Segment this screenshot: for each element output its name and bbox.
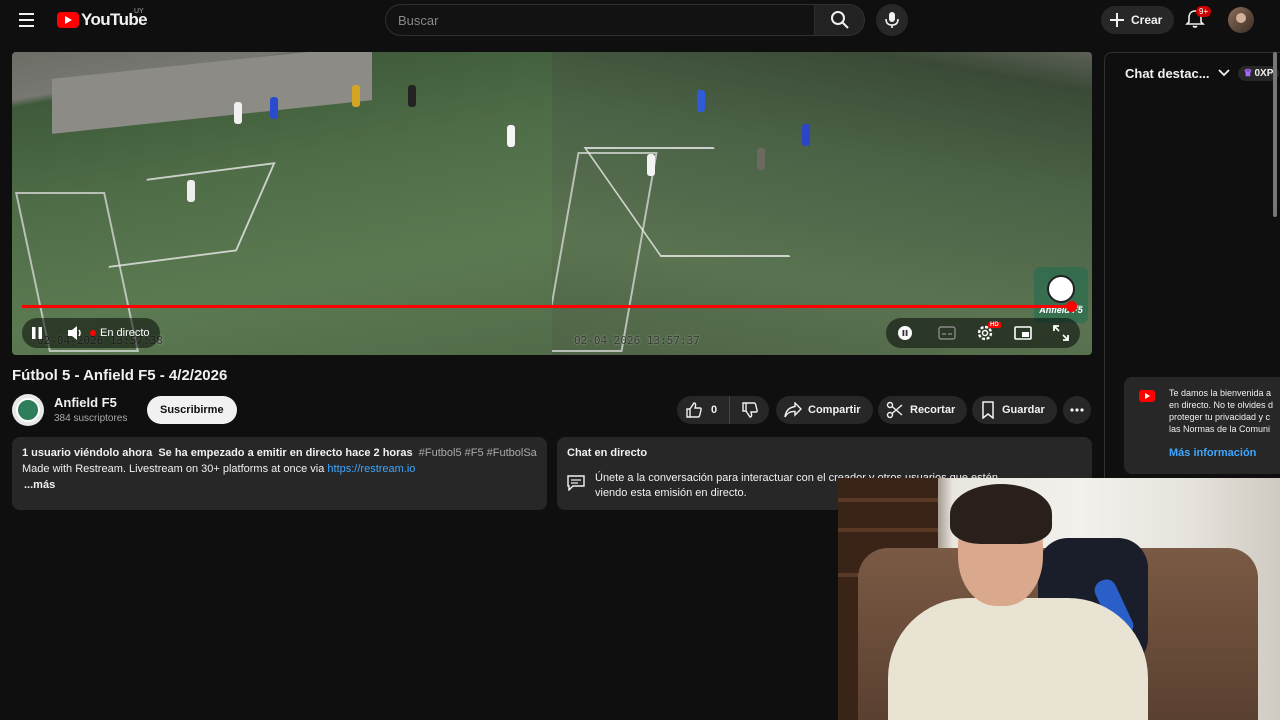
like-count: 0 [711, 404, 718, 416]
crown-icon: ♛ [1243, 67, 1253, 79]
subscriber-count: 384 suscriptores [54, 413, 128, 424]
camera-timestamp: 02-04-2026 13:57:37 [574, 334, 700, 347]
settings-button[interactable]: HD [970, 318, 1001, 348]
fullscreen-icon [1053, 325, 1069, 341]
youtube-icon [1139, 390, 1155, 402]
progress-fill [22, 305, 1072, 308]
create-label: Crear [1131, 13, 1163, 27]
miniplayer-button[interactable] [1008, 318, 1038, 348]
volume-icon [68, 326, 81, 340]
show-more-button[interactable]: ...más [22, 479, 537, 491]
welcome-message: Te damos la bienvenida a en directo. No … [1169, 388, 1274, 434]
live-dot-icon [90, 330, 96, 336]
video-title: Fútbol 5 - Anfield F5 - 4/2/2026 [12, 367, 228, 384]
player-settings-controls: HD [886, 318, 1080, 348]
fullscreen-button[interactable] [1046, 318, 1076, 348]
search-button[interactable] [815, 4, 865, 36]
youtube-play-icon [57, 12, 79, 28]
player [802, 124, 810, 146]
subtitles-button[interactable] [932, 318, 962, 348]
subscribe-button[interactable]: Suscribirme [147, 396, 237, 424]
thumbs-up-icon [686, 402, 702, 418]
thumbs-down-icon [741, 402, 758, 418]
chat-welcome-banner: Te damos la bienvenida a en directo. No … [1124, 377, 1280, 474]
restream-link[interactable]: https://restream.io [327, 463, 415, 475]
player [697, 90, 705, 112]
player [408, 85, 416, 107]
player [647, 154, 655, 176]
hashtags[interactable]: #Futbol5 #F5 #FutbolSala [419, 447, 537, 459]
notification-badge: 9+ [1196, 6, 1212, 17]
user-avatar[interactable] [1228, 7, 1254, 33]
create-button[interactable]: Crear [1101, 6, 1175, 34]
mute-button[interactable] [60, 318, 90, 348]
bookmark-icon [982, 401, 994, 419]
more-actions-button[interactable] [1063, 396, 1091, 424]
learn-more-link[interactable]: Más información [1169, 447, 1256, 459]
live-chat-title: Chat en directo [567, 447, 648, 459]
search-bar [385, 4, 865, 36]
hd-badge: HD [988, 322, 1001, 328]
like-dislike-group: 0 [677, 396, 769, 424]
channel-name[interactable]: Anfield F5 [54, 395, 117, 410]
page-scrollbar[interactable] [1273, 52, 1277, 217]
stream-started: Se ha empezado a emitir en directo hace … [158, 447, 413, 459]
chat-mode-title[interactable]: Chat destac... [1125, 66, 1210, 81]
channel-avatar[interactable] [12, 394, 44, 426]
miniplayer-icon [1014, 326, 1032, 340]
top-bar: YouTube UY Crear 9+ [0, 0, 1280, 40]
video-player[interactable]: 02-04-2026 13:57:38 02-04-2026 13:57:37 … [12, 52, 1092, 355]
camera-feed-left: 02-04-2026 13:57:38 [12, 52, 552, 355]
share-button[interactable]: Compartir [776, 396, 873, 424]
player [270, 97, 278, 119]
pause-icon [32, 327, 42, 339]
channel-watermark: Anfield F5 [1034, 267, 1088, 323]
shelf-board [838, 528, 938, 532]
chat-header: Chat destac... ♛ 0XP [1105, 53, 1280, 93]
clip-button[interactable]: Recortar [878, 396, 968, 424]
voice-search-button[interactable] [876, 4, 908, 36]
penalty-area-line [108, 162, 276, 268]
court-wall [52, 52, 372, 134]
player [352, 85, 360, 107]
microphone-icon [885, 12, 899, 28]
camera-feed-right: 02-04-2026 13:57:37 [552, 52, 1092, 355]
search-icon [830, 11, 849, 29]
description-box[interactable]: 1 usuario viéndolo ahora Se ha empezado … [12, 437, 547, 510]
country-code: UY [134, 8, 144, 15]
chevron-down-icon[interactable] [1217, 69, 1230, 77]
autoplay-toggle[interactable] [890, 318, 920, 348]
subtitles-icon [938, 326, 956, 340]
plus-icon [1110, 13, 1124, 27]
football-icon [1047, 275, 1075, 303]
autoplay-icon [898, 326, 912, 340]
player [757, 148, 765, 170]
description-text: Made with Restream. Livestream on 30+ pl… [22, 463, 416, 475]
chat-bubble-icon [567, 475, 585, 494]
share-icon [784, 402, 802, 418]
streamer-hair [950, 484, 1052, 544]
channel-crest-icon [16, 398, 40, 422]
player [507, 125, 515, 147]
playback-controls: En directo [22, 318, 160, 348]
streamer-body [888, 598, 1148, 720]
dislike-button[interactable] [730, 396, 769, 424]
webcam-overlay [838, 478, 1280, 720]
shelf-board [838, 498, 938, 502]
scissors-icon [886, 401, 903, 419]
live-indicator[interactable]: En directo [90, 327, 160, 339]
viewer-count: 1 usuario viéndolo ahora [22, 447, 153, 459]
pause-button[interactable] [22, 318, 52, 348]
save-button[interactable]: Guardar [972, 396, 1057, 424]
description-meta: 1 usuario viéndolo ahora Se ha empezado … [22, 447, 537, 459]
progress-bar[interactable] [22, 301, 1082, 312]
player [234, 102, 242, 124]
search-input[interactable] [385, 4, 815, 36]
more-horizontal-icon [1070, 408, 1084, 412]
menu-icon[interactable] [16, 10, 40, 30]
player [187, 180, 195, 202]
like-button[interactable]: 0 [677, 396, 731, 424]
